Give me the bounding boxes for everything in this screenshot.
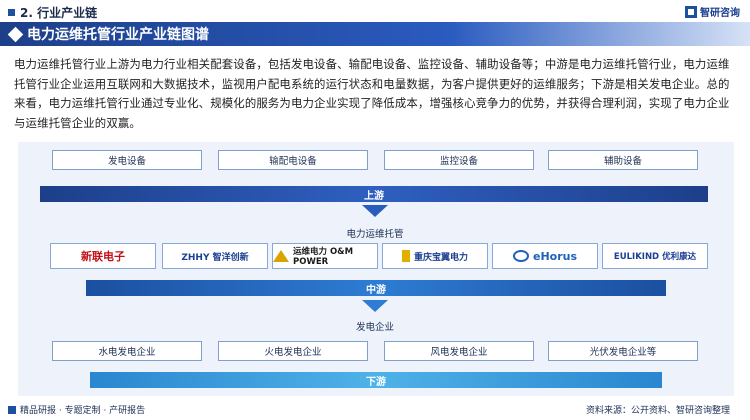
company-logo-yunwei: 运维电力 O&M POWER (272, 243, 378, 269)
company-name: 新联电子 (81, 250, 125, 263)
footer-marker-icon (8, 405, 16, 414)
footer-tagline: 精品研报 · 专题定制 · 产研报告 (8, 403, 145, 416)
page-title: 电力运维托管行业产业链图谱 (27, 27, 209, 43)
company-name: EULIKIND 优利康达 (613, 252, 697, 262)
midstream-label: 电力运维托管 (346, 229, 404, 240)
company-logo-baoyi: 重庆宝翼电力 (382, 243, 488, 269)
midstream-stage-bar: 中游 (86, 280, 666, 296)
down-arrow-icon (362, 300, 388, 312)
section-marker-icon (8, 9, 15, 16)
upstream-item: 发电设备 (52, 150, 202, 170)
intro-paragraph: 电力运维托管行业上游为电力行业相关配套设备，包括发电设备、输配电设备、监控设备、… (14, 57, 730, 130)
downstream-item: 水电发电企业 (52, 341, 202, 361)
eye-icon (512, 250, 529, 262)
company-logo-xinlian: 新联电子 (50, 243, 156, 269)
brand-logo-text: 智研咨询 (700, 8, 740, 19)
footer-source: 资料来源：公开资料、智研咨询整理 (585, 406, 730, 416)
down-arrow-icon (362, 205, 388, 217)
company-logo-ehorus: eHorus (492, 243, 598, 269)
footer-tagline-text: 精品研报 · 专题定制 · 产研报告 (20, 406, 146, 416)
downstream-item: 光伏发电企业等 (548, 341, 698, 361)
bolt-icon (401, 250, 410, 262)
upstream-item: 输配电设备 (218, 150, 368, 170)
mountain-icon (273, 250, 289, 262)
diamond-icon (7, 26, 24, 42)
company-name: 运维电力 O&M POWER (293, 247, 354, 267)
downstream-stage-bar: 下游 (90, 372, 662, 388)
section-heading-text: 2. 行业产业链 (20, 6, 98, 20)
upstream-item: 辅助设备 (548, 150, 698, 170)
brand-logo: 智研咨询 (685, 4, 740, 19)
company-logo-eulikind: EULIKIND 优利康达 (602, 243, 708, 269)
upstream-item: 监控设备 (384, 150, 534, 170)
company-logo-zhiyang: ZHHY 智洋创新 (162, 243, 268, 269)
title-bar: 电力运维托管行业产业链图谱 (0, 22, 750, 46)
brand-mark-icon (685, 5, 697, 18)
company-name: ZHHY 智洋创新 (181, 252, 249, 263)
upstream-stage-bar: 上游 (40, 186, 708, 202)
downstream-item: 风电发电企业 (384, 341, 534, 361)
company-name: eHorus (532, 249, 578, 263)
company-name: 重庆宝翼电力 (413, 252, 468, 263)
downstream-label: 发电企业 (355, 322, 394, 333)
downstream-item: 火电发电企业 (218, 341, 368, 361)
section-heading: 2. 行业产业链 (8, 4, 97, 21)
